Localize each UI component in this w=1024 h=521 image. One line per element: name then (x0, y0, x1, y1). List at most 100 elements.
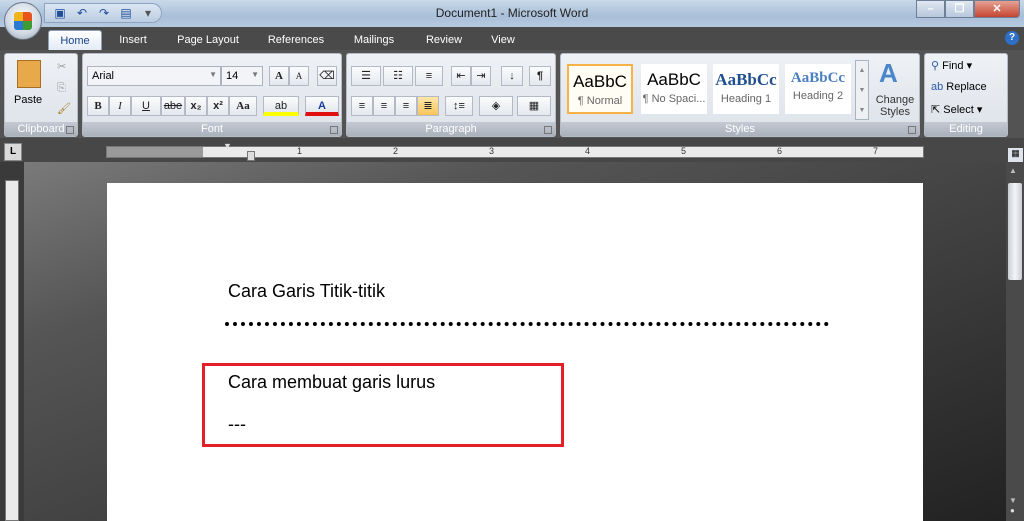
print-preview-icon[interactable]: ▤ (119, 6, 133, 20)
clipboard-group: Paste ✂ ⎘ 🖌 Clipboard (4, 53, 78, 137)
ribbon-tabs: Home Insert Page Layout References Maili… (0, 27, 1024, 50)
change-case-button[interactable]: Aa (229, 96, 257, 116)
hanging-indent-marker[interactable] (247, 151, 255, 161)
style-heading-1[interactable]: AaBbCc Heading 1 (713, 64, 779, 114)
format-painter-icon[interactable]: 🖌 (57, 102, 71, 115)
copy-icon[interactable]: ⎘ (57, 82, 66, 95)
editing-label: Editing (925, 122, 1007, 136)
scroll-down-icon[interactable]: ▼ (1009, 496, 1017, 505)
ribbon: Paste ✂ ⎘ 🖌 Clipboard Arial ▼ 14 ▼ A A ⌫ B… (0, 50, 1024, 138)
grow-font-button[interactable]: A (269, 66, 289, 86)
align-center-icon[interactable]: ≡ (373, 96, 395, 116)
tab-page-layout[interactable]: Page Layout (166, 30, 250, 50)
multilevel-list-icon[interactable]: ≡ (415, 66, 443, 86)
show-formatting-button[interactable]: ¶ (529, 66, 551, 86)
style-no-spacing[interactable]: AaBbC ¶ No Spaci... (641, 64, 707, 114)
select-browse-object-icon[interactable]: ● (1010, 506, 1015, 515)
close-button[interactable]: ✕ (974, 0, 1020, 18)
ruler-number: 3 (489, 146, 495, 156)
change-styles-button[interactable]: Change Styles (873, 94, 917, 118)
save-icon[interactable]: ▣ (53, 6, 67, 20)
styles-scrollbar[interactable]: ▲ ▼ ▼ (855, 60, 869, 120)
styles-label: Styles (561, 122, 919, 136)
view-ruler-icon[interactable]: ▦ (1008, 148, 1023, 162)
style-preview: AaBbC (647, 70, 701, 89)
bullets-icon[interactable]: ☰ (351, 66, 381, 86)
dotted-line (225, 322, 829, 326)
paste-icon[interactable] (17, 60, 41, 88)
style-name: ¶ Normal (577, 95, 623, 107)
office-button[interactable] (4, 2, 42, 40)
superscript-button[interactable]: x² (207, 96, 229, 116)
ruler-number: 1 (297, 146, 303, 156)
paragraph-label: Paragraph (347, 122, 555, 136)
document-page[interactable] (107, 183, 923, 521)
select-button[interactable]: ⇱ Select ▾ (931, 103, 982, 116)
ruler-number: 5 (681, 146, 687, 156)
redo-icon[interactable]: ↷ (97, 6, 111, 20)
shrink-font-button[interactable]: A (289, 66, 309, 86)
tab-references[interactable]: References (258, 30, 334, 50)
tab-selector-button[interactable]: L (4, 143, 22, 161)
line-spacing-icon[interactable]: ↕≡ (445, 96, 473, 116)
style-name: Heading 1 (720, 93, 772, 105)
ruler-number: 7 (873, 146, 879, 156)
font-label: Font (83, 122, 341, 136)
styles-group: AaBbC ¶ Normal AaBbC ¶ No Spaci... AaBbCc H… (560, 53, 920, 137)
dialog-launcher-icon[interactable] (908, 126, 916, 134)
font-name-combo[interactable]: Arial ▼ (87, 66, 221, 86)
tab-insert[interactable]: Insert (106, 30, 160, 50)
doc-line-title[interactable]: Cara Garis Titik-titik (228, 281, 385, 302)
find-button[interactable]: ⚲ Find ▾ (931, 59, 972, 72)
tab-home[interactable]: Home (48, 30, 102, 50)
tab-review[interactable]: Review (416, 30, 472, 50)
quick-access-toolbar: ▣ ↶ ↷ ▤ ▾ (44, 3, 162, 23)
replace-button[interactable]: ab Replace (931, 81, 987, 93)
justify-icon[interactable]: ≣ (417, 96, 439, 116)
office-logo-icon (14, 12, 32, 30)
borders-icon[interactable]: ▦ (517, 96, 551, 116)
horizontal-ruler[interactable]: 1 2 3 4 5 6 7 ▼ (106, 141, 924, 161)
ruler-margin (107, 147, 203, 157)
style-name: ¶ No Spaci... (642, 93, 706, 105)
clear-formatting-icon[interactable]: ⌫ (317, 66, 337, 86)
italic-button[interactable]: I (109, 96, 131, 116)
first-line-indent-marker[interactable]: ▼ (223, 141, 232, 151)
undo-icon[interactable]: ↶ (75, 6, 89, 20)
align-left-icon[interactable]: ≡ (351, 96, 373, 116)
sort-icon[interactable]: ↓ (501, 66, 523, 86)
subscript-button[interactable]: x₂ (185, 96, 207, 116)
numbering-icon[interactable]: ☷ (383, 66, 413, 86)
change-styles-icon[interactable]: A (879, 58, 898, 89)
increase-indent-icon[interactable]: ⇥ (471, 66, 491, 86)
paste-button[interactable]: Paste (14, 94, 42, 106)
shading-icon[interactable]: ◈ (479, 96, 513, 116)
style-heading-2[interactable]: AaBbCc Heading 2 (785, 64, 851, 114)
dialog-launcher-icon[interactable] (544, 126, 552, 134)
strikethrough-button[interactable]: abe (161, 96, 185, 116)
bold-button[interactable]: B (87, 96, 109, 116)
doc-line-dashes[interactable]: --- (228, 414, 246, 435)
font-color-button[interactable]: A (305, 96, 339, 116)
style-normal[interactable]: AaBbC ¶ Normal (567, 64, 633, 114)
tab-view[interactable]: View (480, 30, 526, 50)
font-size-combo[interactable]: 14 ▼ (221, 66, 263, 86)
align-right-icon[interactable]: ≡ (395, 96, 417, 116)
scroll-up-icon[interactable]: ▲ (1009, 166, 1017, 175)
cut-icon[interactable]: ✂ (57, 60, 66, 73)
customize-qat-icon[interactable]: ▾ (141, 6, 155, 20)
decrease-indent-icon[interactable]: ⇤ (451, 66, 471, 86)
doc-line-heading[interactable]: Cara membuat garis lurus (228, 372, 435, 393)
tab-mailings[interactable]: Mailings (343, 30, 405, 50)
restore-button[interactable]: ❐ (945, 0, 974, 18)
font-group: Arial ▼ 14 ▼ A A ⌫ B I U abe x₂ x² Aa ab A… (82, 53, 342, 137)
vertical-ruler[interactable] (5, 180, 19, 521)
underline-button[interactable]: U (131, 96, 161, 116)
scrollbar-thumb[interactable] (1008, 183, 1022, 280)
dialog-launcher-icon[interactable] (330, 126, 338, 134)
highlight-color-button[interactable]: ab (263, 96, 299, 116)
dialog-launcher-icon[interactable] (66, 126, 74, 134)
editing-group: ⚲ Find ▾ ab Replace ⇱ Select ▾ Editing (924, 53, 1008, 137)
help-icon[interactable]: ? (1005, 31, 1019, 45)
minimize-button[interactable]: – (916, 0, 945, 18)
